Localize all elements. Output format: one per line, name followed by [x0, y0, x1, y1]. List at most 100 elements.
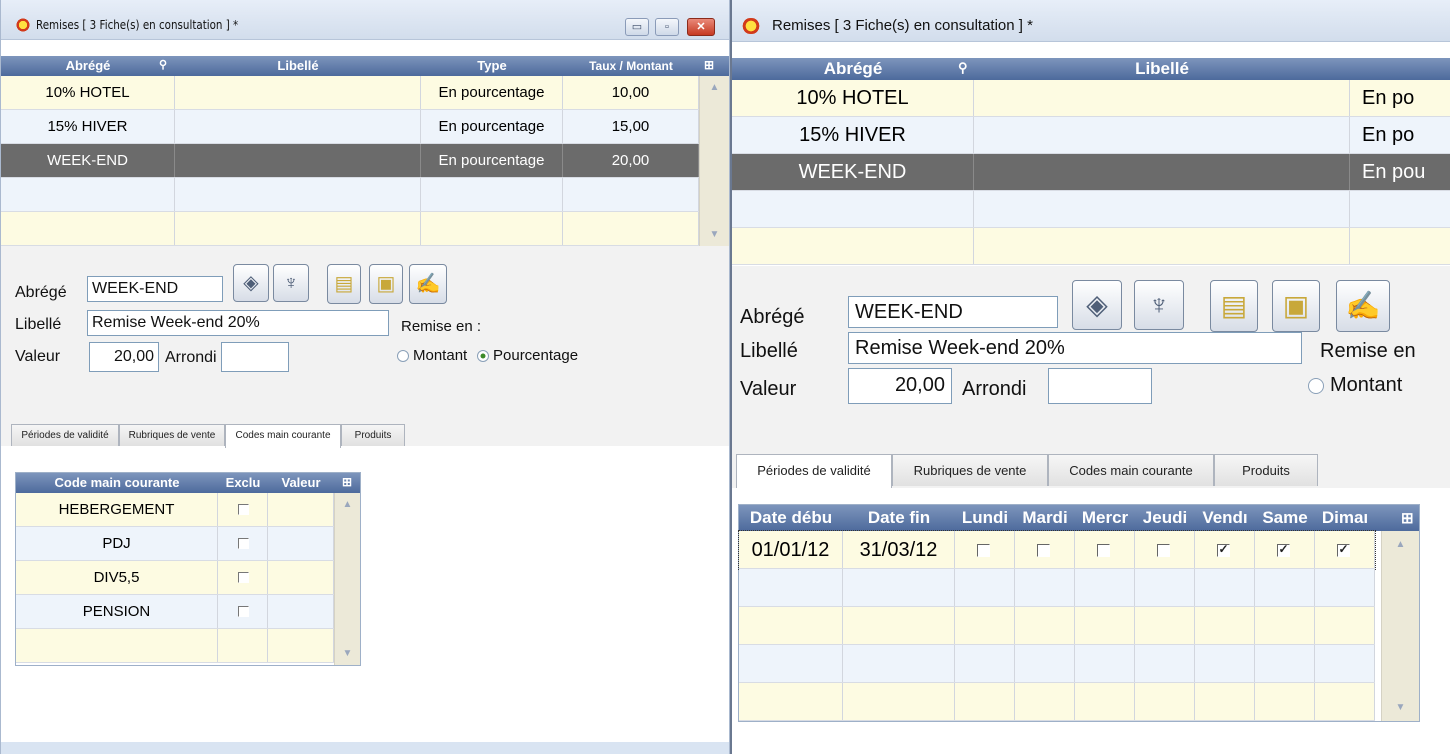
minimize-button[interactable]: ▭	[625, 18, 649, 36]
table-row[interactable]: PDJ	[16, 527, 334, 561]
header-libelle[interactable]: Libellé	[974, 58, 1350, 80]
edit-button[interactable]: ✍	[1336, 280, 1390, 332]
duplicate-button[interactable]: ▣	[1272, 280, 1320, 332]
abrege-field[interactable]: WEEK-END	[87, 276, 223, 302]
table-row[interactable]	[739, 645, 1375, 683]
header-abrege[interactable]: Abrégé	[732, 58, 974, 80]
table-row[interactable]	[732, 191, 1450, 228]
header-col-2[interactable]: Lundi	[955, 505, 1015, 531]
montant-label: Montant	[413, 347, 468, 364]
scroll-up-icon[interactable]: ▲	[335, 499, 360, 510]
table-row[interactable]: 01/01/12 31/03/12	[738, 530, 1376, 570]
header-col-7[interactable]: Same	[1255, 505, 1315, 531]
clear-button[interactable]: ◈	[233, 264, 269, 302]
libelle-field[interactable]: Remise Week-end 20%	[87, 310, 389, 336]
table-scrollbar[interactable]: ▲ ▼	[699, 76, 729, 246]
delete-button[interactable]: ♆	[1134, 280, 1184, 330]
exclu-checkbox[interactable]	[238, 572, 249, 583]
header-valeur[interactable]: Valeur	[268, 473, 334, 493]
tab-periodes[interactable]: Périodes de validité	[11, 424, 119, 446]
table-row[interactable]	[732, 228, 1450, 265]
search-icon[interactable]: ⚲	[159, 58, 167, 71]
title-bar[interactable]: Remises [ 3 Fiche(s) en consultation ] *…	[1, 0, 729, 40]
periodes-scrollbar[interactable]: ▲ ▼	[1381, 531, 1419, 721]
header-libelle[interactable]: Libellé	[175, 56, 421, 76]
duplicate-button[interactable]: ▣	[369, 264, 403, 304]
day-checkbox[interactable]	[1037, 544, 1050, 557]
table-row[interactable]: WEEK-END En pourcentage 20,00	[1, 144, 699, 178]
delete-button[interactable]: ♆	[273, 264, 309, 302]
close-button[interactable]: ✕	[687, 18, 715, 36]
tab-produits[interactable]: Produits	[341, 424, 405, 446]
valeur-field[interactable]: 20,00	[848, 368, 952, 404]
new-button[interactable]: ▤	[327, 264, 361, 304]
day-checkbox[interactable]	[1217, 542, 1230, 557]
cell-col-2	[955, 569, 1015, 606]
day-checkbox[interactable]	[1157, 544, 1170, 557]
scroll-up-icon[interactable]: ▲	[1382, 539, 1419, 550]
tab-codes[interactable]: Codes main courante	[225, 424, 341, 448]
table-row[interactable]	[739, 607, 1375, 645]
tab-codes[interactable]: Codes main courante	[1048, 454, 1214, 486]
day-checkbox[interactable]	[1337, 542, 1350, 557]
day-checkbox[interactable]	[977, 544, 990, 557]
header-abrege[interactable]: Abrégé	[1, 56, 175, 76]
table-row[interactable]: 10% HOTEL En pourcentage 10,00	[1, 76, 699, 110]
valeur-field[interactable]: 20,00	[89, 342, 159, 372]
edit-button[interactable]: ✍	[409, 264, 447, 304]
table-row[interactable]: DIV5,5	[16, 561, 334, 595]
tab-periodes[interactable]: Périodes de validité	[736, 454, 892, 488]
header-col-1[interactable]: Date fin	[843, 505, 955, 531]
column-picker-icon[interactable]: ⊞	[1401, 509, 1414, 527]
restore-button[interactable]: ▫	[655, 18, 679, 36]
pourcentage-radio[interactable]	[477, 350, 489, 362]
table-row[interactable]: 15% HIVER En po	[732, 117, 1450, 154]
header-exclu[interactable]: Exclu	[218, 473, 268, 493]
day-checkbox[interactable]	[1097, 544, 1110, 557]
scroll-down-icon[interactable]: ▼	[335, 648, 360, 659]
table-row[interactable]: WEEK-END En pou	[732, 154, 1450, 191]
scroll-up-icon[interactable]: ▲	[700, 82, 729, 93]
header-col-5[interactable]: Jeudi	[1135, 505, 1195, 531]
montant-radio[interactable]	[1308, 378, 1324, 394]
codes-scrollbar[interactable]: ▲ ▼	[334, 493, 360, 665]
table-row[interactable]: PENSION	[16, 595, 334, 629]
tab-rubriques[interactable]: Rubriques de vente	[119, 424, 225, 446]
column-picker-icon[interactable]: ⊞	[704, 58, 714, 72]
exclu-checkbox[interactable]	[238, 606, 249, 617]
header-col-3[interactable]: Mardi	[1015, 505, 1075, 531]
header-taux-montant[interactable]: Taux / Montant	[563, 56, 699, 76]
scroll-down-icon[interactable]: ▼	[700, 229, 729, 240]
tab-produits[interactable]: Produits	[1214, 454, 1318, 486]
title-bar[interactable]: Remises [ 3 Fiche(s) en consultation ] *	[732, 0, 1450, 42]
montant-radio[interactable]	[397, 350, 409, 362]
table-row[interactable]	[16, 629, 334, 663]
arrondi-field[interactable]	[221, 342, 289, 372]
day-checkbox[interactable]	[1277, 542, 1290, 557]
table-row[interactable]	[739, 569, 1375, 607]
table-row[interactable]: HEBERGEMENT	[16, 493, 334, 527]
table-header: Abrégé ⚲ Libellé	[732, 58, 1450, 80]
table-row[interactable]	[1, 212, 699, 246]
table-row[interactable]: 10% HOTEL En po	[732, 80, 1450, 117]
new-button[interactable]: ▤	[1210, 280, 1258, 332]
libelle-field[interactable]: Remise Week-end 20%	[848, 332, 1302, 364]
table-row[interactable]	[1, 178, 699, 212]
table-row[interactable]: 15% HIVER En pourcentage 15,00	[1, 110, 699, 144]
tab-rubriques[interactable]: Rubriques de vente	[892, 454, 1048, 486]
abrege-field[interactable]: WEEK-END	[848, 296, 1058, 328]
arrondi-field[interactable]	[1048, 368, 1152, 404]
scroll-down-icon[interactable]: ▼	[1382, 702, 1419, 713]
exclu-checkbox[interactable]	[238, 538, 249, 549]
header-type[interactable]: Type	[421, 56, 563, 76]
header-col-6[interactable]: Vendı	[1195, 505, 1255, 531]
header-col-0[interactable]: Date débu	[739, 505, 843, 531]
column-picker-icon[interactable]: ⊞	[342, 475, 352, 489]
search-icon[interactable]: ⚲	[958, 60, 968, 76]
table-row[interactable]	[739, 683, 1375, 721]
header-code[interactable]: Code main courante	[16, 473, 218, 493]
header-col-4[interactable]: Mercr	[1075, 505, 1135, 531]
exclu-checkbox[interactable]	[238, 504, 249, 515]
header-col-8[interactable]: Dimaı	[1315, 505, 1375, 531]
clear-button[interactable]: ◈	[1072, 280, 1122, 330]
